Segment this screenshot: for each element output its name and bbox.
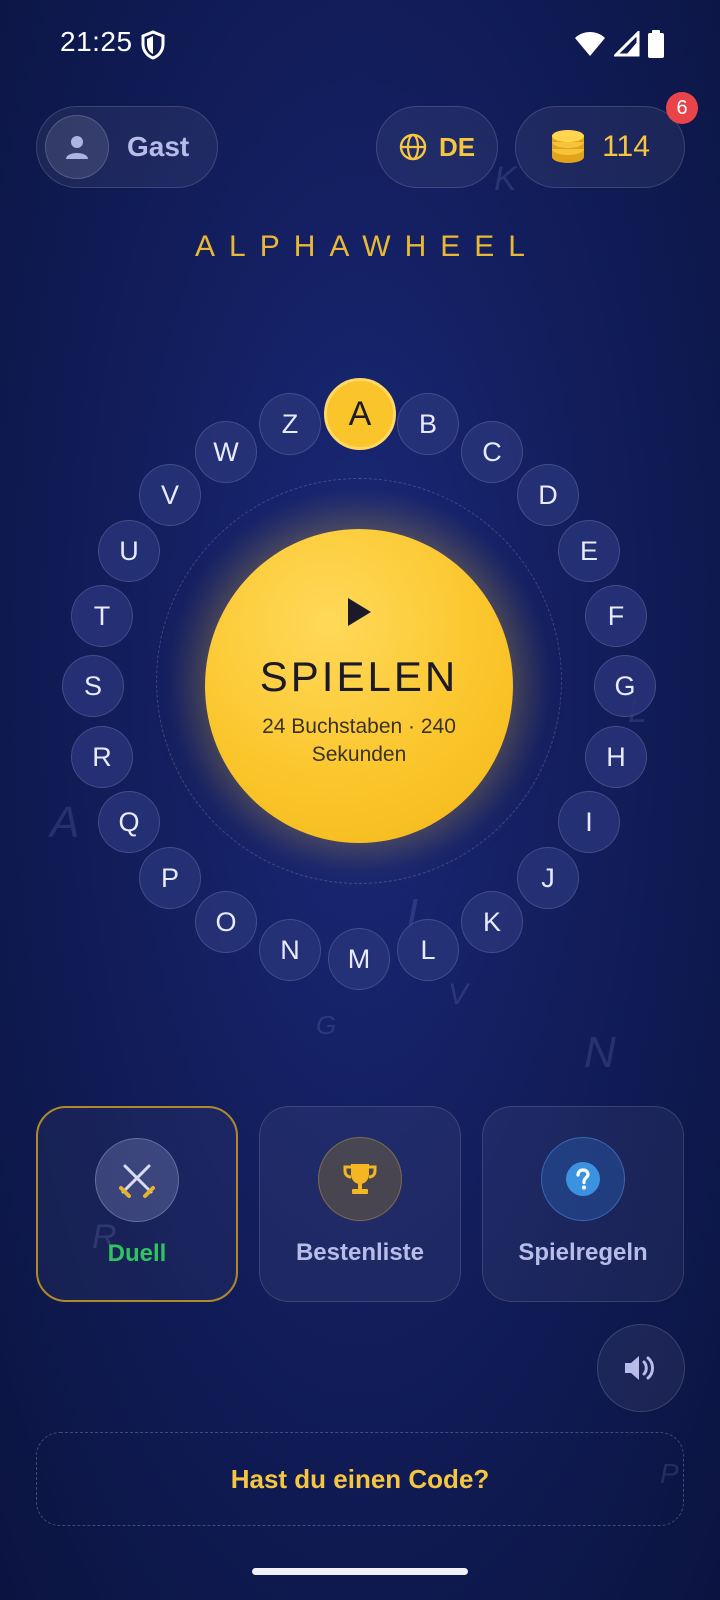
rules-label: Spielregeln [518,1239,648,1266]
wheel-letter-p[interactable]: P [139,847,201,909]
coins-icon [552,130,585,163]
leaderboard-card[interactable]: Bestenliste [259,1106,461,1302]
wheel-letter-h[interactable]: H [585,726,647,788]
signal-icon [614,31,640,57]
wheel-letter-i[interactable]: I [558,791,620,853]
coins-count: 114 [602,130,650,163]
status-time: 21:25 [60,26,133,57]
wheel-letter-k[interactable]: K [461,891,523,953]
status-icons [574,30,664,58]
decorative-letter: V [448,978,469,1011]
wheel-letter-b[interactable]: B [397,393,459,455]
wifi-icon [575,32,605,56]
leaderboard-label: Bestenliste [295,1239,425,1266]
question-icon [566,1162,600,1196]
wheel-letter-o[interactable]: O [195,891,257,953]
wheel-letter-e[interactable]: E [558,520,620,582]
language-label: DE [438,131,476,162]
wheel-letter-g[interactable]: G [594,655,656,717]
redeem-code-button[interactable]: Hast du einen Code? [36,1432,684,1526]
wheel-letter-n[interactable]: N [259,919,321,981]
shield-icon [141,30,165,60]
duel-card[interactable]: Duell [36,1106,238,1302]
decorative-letter: G [316,1010,337,1040]
user-icon [66,136,88,159]
wheel-letter-z[interactable]: Z [259,393,321,455]
play-subtitle: 24 Buchstaben · 240 Sekunden [262,715,456,766]
guest-label: Gast [127,131,190,162]
wheel-letter-l[interactable]: L [397,919,459,981]
notification-badge: 6 [666,92,698,124]
trophy-icon [343,1164,377,1194]
decorative-letter: A [50,798,80,847]
wheel-letter-j[interactable]: J [517,847,579,909]
crossed-swords-icon [119,1164,155,1198]
wheel-letter-d[interactable]: D [517,464,579,526]
wheel-letter-u[interactable]: U [98,520,160,582]
play-button[interactable]: SPIELEN 24 Buchstaben · 240 Sekunden [205,529,513,843]
avatar [45,115,109,179]
guest-profile-button[interactable]: Gast [36,106,218,188]
play-label: SPIELEN [259,653,459,700]
language-button[interactable]: DE [376,106,498,188]
coins-button[interactable]: 114 [515,106,685,188]
play-icon [348,598,371,626]
decorative-letter: N [584,1028,616,1077]
wheel-letter-w[interactable]: W [195,421,257,483]
wheel-letter-m[interactable]: M [328,928,390,990]
wheel-letter-q[interactable]: Q [98,791,160,853]
battery-icon [648,30,664,58]
wheel-letter-s[interactable]: S [62,655,124,717]
wheel-letter-a[interactable]: A [324,378,396,450]
speaker-icon [625,1356,654,1380]
wheel-letter-t[interactable]: T [71,585,133,647]
home-indicator[interactable] [252,1568,468,1575]
sound-toggle-button[interactable] [597,1324,685,1412]
wheel-letter-c[interactable]: C [461,421,523,483]
globe-icon [399,133,427,161]
duel-label: Duell [107,1240,167,1267]
decorative-letter: K [494,160,517,198]
wheel-letter-v[interactable]: V [139,464,201,526]
wheel-letter-f[interactable]: F [585,585,647,647]
rules-card[interactable]: Spielregeln [482,1106,684,1302]
wheel-letter-r[interactable]: R [71,726,133,788]
app-title: ALPHAWHEEL [195,230,539,263]
